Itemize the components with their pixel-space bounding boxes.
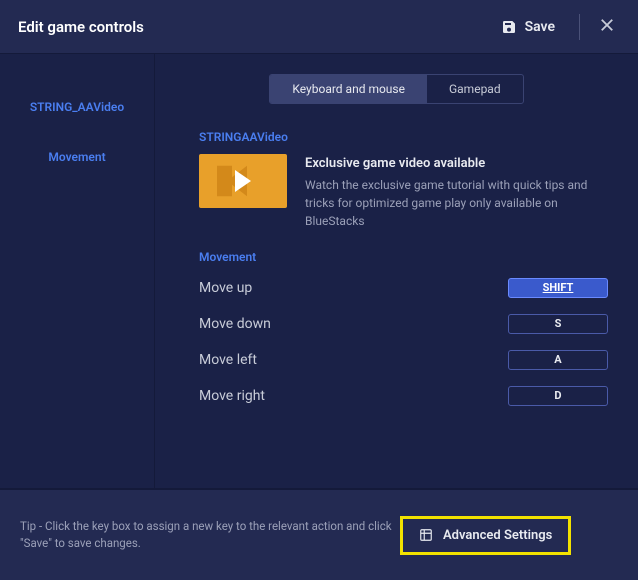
video-thumbnail[interactable] [199, 154, 287, 208]
keybind-input-move-left[interactable]: A [508, 350, 608, 370]
video-body: Watch the exclusive game tutorial with q… [305, 176, 595, 230]
settings-icon [419, 528, 433, 542]
save-button-label: Save [525, 19, 555, 35]
keybind-input-move-up[interactable]: SHIFT [508, 278, 608, 298]
sidebar: STRING_AAVideo Movement [0, 54, 155, 488]
sidebar-item-movement[interactable]: Movement [0, 140, 154, 174]
keybind-label: Move down [199, 316, 508, 332]
keybind-label: Move right [199, 388, 508, 404]
video-section-title: STRINGAAVideo [199, 130, 608, 144]
advanced-settings-button[interactable]: Advanced Settings [400, 516, 571, 555]
tab-keyboard-mouse[interactable]: Keyboard and mouse [270, 75, 427, 103]
video-description: Exclusive game video available Watch the… [305, 154, 595, 230]
close-icon [598, 16, 616, 34]
movement-section-title: Movement [199, 250, 608, 264]
keybind-label: Move up [199, 280, 508, 296]
video-heading: Exclusive game video available [305, 154, 595, 174]
main-panel: Keyboard and mouse Gamepad STRINGAAVideo… [155, 54, 638, 488]
sidebar-item-video[interactable]: STRING_AAVideo [0, 90, 154, 124]
keybind-label: Move left [199, 352, 508, 368]
keybind-row-move-down: Move down S [199, 314, 608, 334]
keybind-row-move-up: Move up SHIFT [199, 278, 608, 298]
save-button[interactable]: Save [491, 13, 565, 41]
close-button[interactable] [594, 12, 620, 42]
page-title: Edit game controls [18, 18, 491, 36]
advanced-settings-label: Advanced Settings [443, 528, 552, 543]
input-mode-tabs: Keyboard and mouse Gamepad [185, 74, 608, 104]
save-icon [501, 19, 517, 35]
keybind-input-move-right[interactable]: D [508, 386, 608, 406]
footer-tip: Tip - Click the key box to assign a new … [20, 518, 400, 553]
header-divider [579, 14, 580, 40]
keybind-row-move-right: Move right D [199, 386, 608, 406]
titlebar: Edit game controls Save [0, 0, 638, 54]
tab-gamepad[interactable]: Gamepad [427, 75, 523, 103]
keybind-input-move-down[interactable]: S [508, 314, 608, 334]
keybind-row-move-left: Move left A [199, 350, 608, 370]
footer: Tip - Click the key box to assign a new … [0, 488, 638, 580]
play-icon [235, 170, 251, 192]
video-block: Exclusive game video available Watch the… [199, 154, 608, 230]
